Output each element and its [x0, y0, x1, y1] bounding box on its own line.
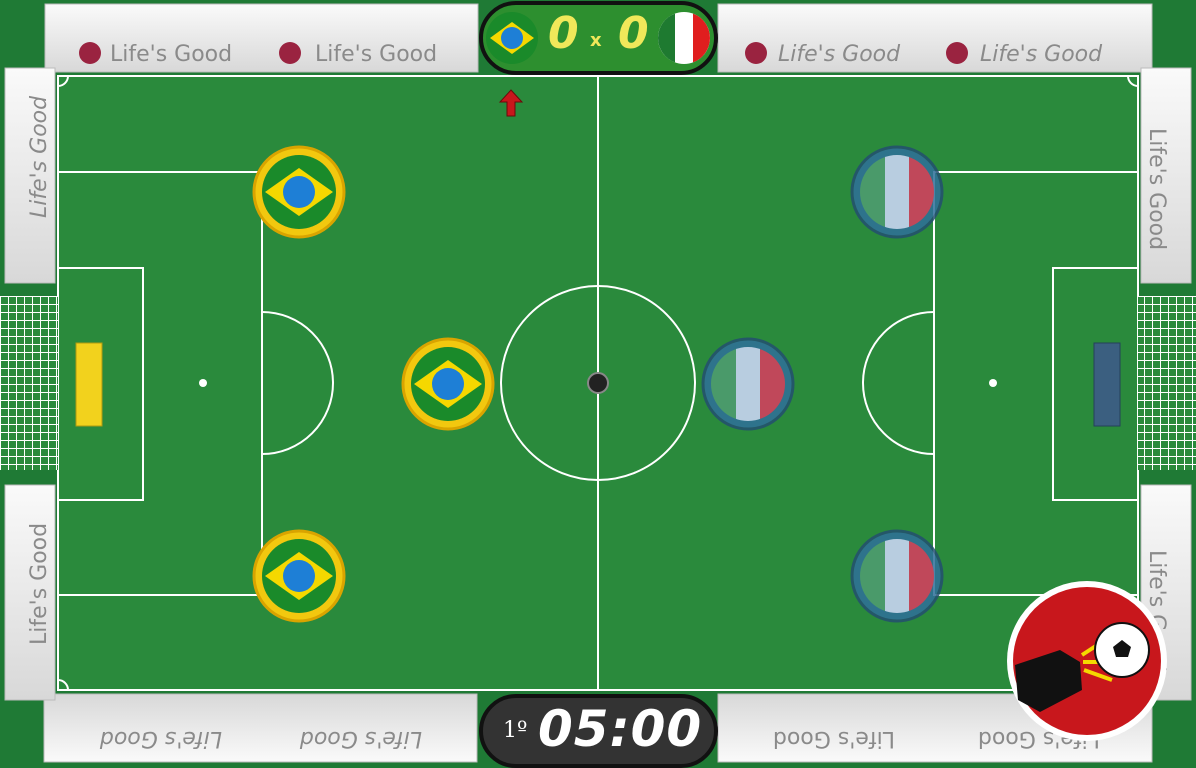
- score-separator: x: [590, 30, 602, 51]
- period-label: 1º: [503, 718, 528, 743]
- svg-text:Life's Good: Life's Good: [980, 42, 1103, 67]
- brazil-flag-icon: [486, 12, 538, 64]
- ad-board-top-left: Life's Good Life's Good: [44, 3, 479, 73]
- home-goal-bar: [75, 342, 103, 427]
- brazil-flag-icon: [262, 155, 336, 229]
- svg-text:Life's Good: Life's Good: [27, 95, 52, 218]
- kick-button[interactable]: [1007, 581, 1167, 741]
- italy-flag-icon: [860, 539, 934, 613]
- game-field[interactable]: Life's Good Life's Good Life's Good Life's…: [0, 0, 1196, 768]
- match-timer: 05:00: [538, 700, 703, 758]
- ad-board-top-right: Life's Good Life's Good: [717, 3, 1153, 73]
- home-player-piece[interactable]: [401, 337, 495, 431]
- italy-flag-icon: [860, 155, 934, 229]
- svg-text:Life's Good: Life's Good: [1144, 128, 1169, 250]
- home-player-piece[interactable]: [252, 529, 346, 623]
- svg-text:Life's Good: Life's Good: [99, 726, 222, 751]
- ad-board-right-top: Life's Good: [1140, 67, 1192, 284]
- away-score: 0: [618, 8, 649, 59]
- away-player-piece[interactable]: [850, 529, 944, 623]
- home-player-piece[interactable]: [252, 145, 346, 239]
- home-score: 0: [548, 8, 579, 59]
- ad-board-bottom-left: Life's Good Life's Good: [43, 693, 478, 763]
- svg-text:Life's Good: Life's Good: [315, 42, 437, 67]
- svg-text:Life's Good: Life's Good: [778, 42, 901, 67]
- ad-board-left-top: Life's Good: [4, 67, 56, 284]
- italy-flag-icon: [658, 12, 710, 64]
- svg-text:Life's Good: Life's Good: [110, 42, 232, 67]
- italy-flag-icon: [711, 347, 785, 421]
- left-goal-net: [0, 296, 58, 470]
- away-goal-bar: [1093, 342, 1121, 427]
- brazil-flag-icon: [262, 539, 336, 613]
- svg-text:Life's Good: Life's Good: [773, 726, 895, 751]
- ball: [587, 372, 609, 394]
- away-player-piece[interactable]: [701, 337, 795, 431]
- svg-text:Life's Good: Life's Good: [27, 523, 52, 645]
- brazil-flag-icon: [411, 347, 485, 421]
- away-player-piece[interactable]: [850, 145, 944, 239]
- ad-board-left-bottom: Life's Good: [4, 484, 56, 701]
- right-goal-net: [1138, 296, 1196, 470]
- svg-text:Life's Good: Life's Good: [299, 726, 422, 751]
